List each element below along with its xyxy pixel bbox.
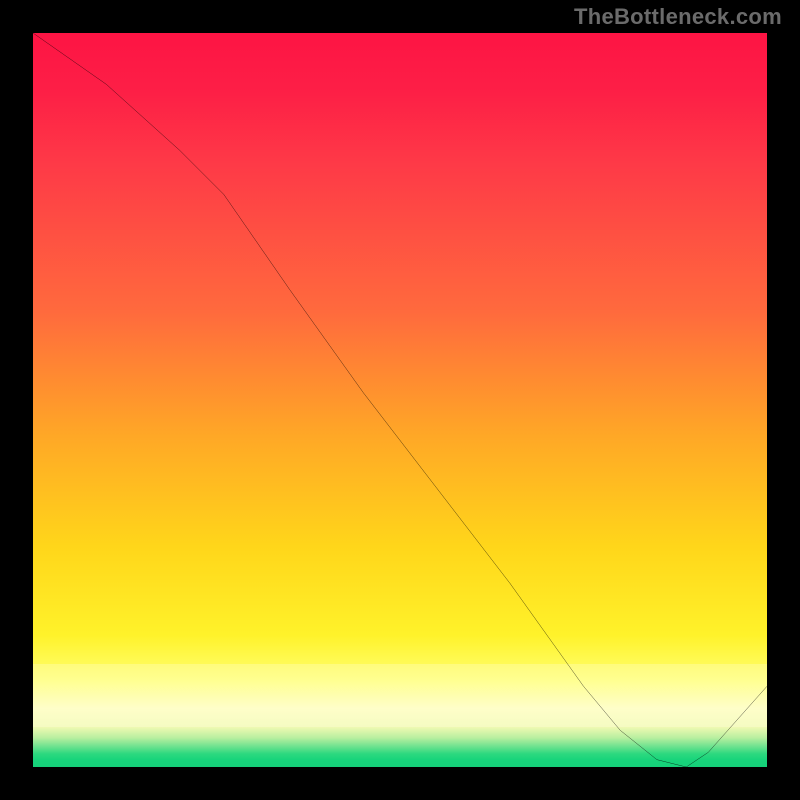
chart-frame: TheBottleneck.com [0,0,800,800]
watermark-text: TheBottleneck.com [574,4,782,30]
bottleneck-curve-path [33,33,767,767]
bottleneck-curve-svg [33,33,767,767]
